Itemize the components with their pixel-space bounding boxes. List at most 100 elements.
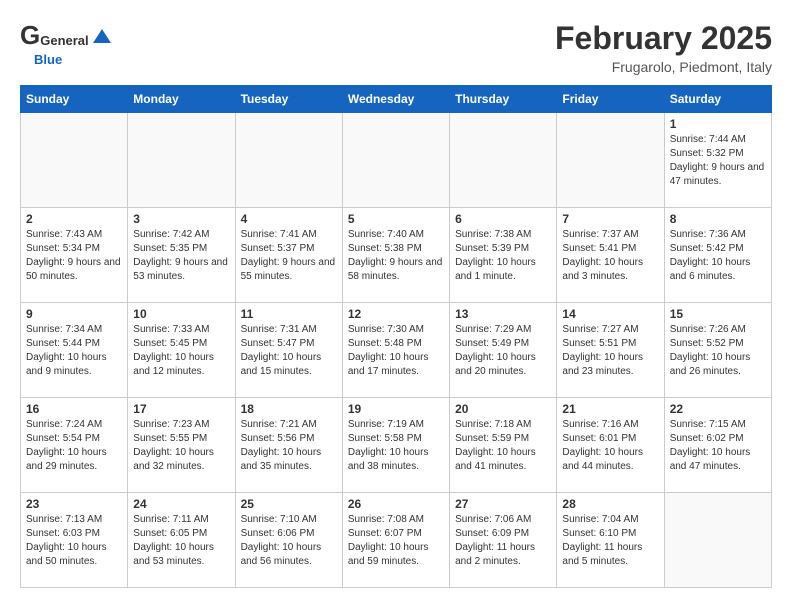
calendar-cell: 5 Sunrise: 7:40 AM Sunset: 5:38 PM Daylig…: [342, 208, 449, 303]
day-number: 14: [562, 307, 658, 321]
calendar-cell: 3 Sunrise: 7:42 AM Sunset: 5:35 PM Daylig…: [128, 208, 235, 303]
calendar-cell: [128, 113, 235, 208]
calendar-cell: 13 Sunrise: 7:29 AM Sunset: 5:49 PM Dayli…: [450, 303, 557, 398]
calendar-cell: 7Sunrise: 7:37 AM Sunset: 5:41 PM Daylig…: [557, 208, 664, 303]
day-info: Sunrise: 7:11 AM Sunset: 6:05 PM Dayligh…: [133, 513, 229, 569]
day-number: 11: [241, 307, 337, 321]
day-info: Sunrise: 7:38 AM Sunset: 5:39 PM Dayligh…: [455, 228, 551, 284]
calendar-cell: [664, 493, 771, 588]
day-number: 22: [670, 402, 766, 416]
day-info: Sunrise: 7:23 AM Sunset: 5:55 PM Dayligh…: [133, 418, 229, 474]
day-number: 10: [133, 307, 229, 321]
day-number: 26: [348, 497, 444, 511]
day-number: 24: [133, 497, 229, 511]
day-info: Sunrise: 7:18 AM Sunset: 5:59 PM Dayligh…: [455, 418, 551, 474]
day-info: Sunrise: 7:10 AM Sunset: 6:06 PM Dayligh…: [241, 513, 337, 569]
day-number: 27: [455, 497, 551, 511]
logo-triangle-icon: [91, 25, 113, 47]
day-info: Sunrise: 7:21 AM Sunset: 5:56 PM Dayligh…: [241, 418, 337, 474]
day-info: Sunrise: 7:13 AM Sunset: 6:03 PM Dayligh…: [26, 513, 122, 569]
weekday-header-thursday: Thursday: [450, 86, 557, 113]
day-info: Sunrise: 7:08 AM Sunset: 6:07 PM Dayligh…: [348, 513, 444, 569]
day-info: Sunrise: 7:16 AM Sunset: 6:01 PM Dayligh…: [562, 418, 658, 474]
weekday-header-row: SundayMondayTuesdayWednesdayThursdayFrid…: [21, 86, 772, 113]
calendar-cell: 8 Sunrise: 7:36 AM Sunset: 5:42 PM Daylig…: [664, 208, 771, 303]
calendar-cell: 17 Sunrise: 7:23 AM Sunset: 5:55 PM Dayli…: [128, 398, 235, 493]
day-number: 1: [670, 117, 766, 131]
day-info: Sunrise: 7:34 AM Sunset: 5:44 PM Dayligh…: [26, 323, 122, 379]
day-number: 5: [348, 212, 444, 226]
calendar-cell: 28 Sunrise: 7:04 AM Sunset: 6:10 PM Dayli…: [557, 493, 664, 588]
day-number: 13: [455, 307, 551, 321]
day-info: Sunrise: 7:15 AM Sunset: 6:02 PM Dayligh…: [670, 418, 766, 474]
day-info: Sunrise: 7:27 AM Sunset: 5:51 PM Dayligh…: [562, 323, 658, 379]
day-number: 2: [26, 212, 122, 226]
day-info: Sunrise: 7:42 AM Sunset: 5:35 PM Dayligh…: [133, 228, 229, 284]
week-row-1: 1Sunrise: 7:44 AM Sunset: 5:32 PM Daylig…: [21, 113, 772, 208]
calendar-cell: 25 Sunrise: 7:10 AM Sunset: 6:06 PM Dayli…: [235, 493, 342, 588]
day-number: 6: [455, 212, 551, 226]
calendar-cell: 22 Sunrise: 7:15 AM Sunset: 6:02 PM Dayli…: [664, 398, 771, 493]
day-number: 17: [133, 402, 229, 416]
calendar-cell: 27 Sunrise: 7:06 AM Sunset: 6:09 PM Dayli…: [450, 493, 557, 588]
logo-eneral: General: [40, 33, 88, 48]
calendar-cell: 6 Sunrise: 7:38 AM Sunset: 5:39 PM Daylig…: [450, 208, 557, 303]
calendar-cell: 1Sunrise: 7:44 AM Sunset: 5:32 PM Daylig…: [664, 113, 771, 208]
calendar-cell: 10Sunrise: 7:33 AM Sunset: 5:45 PM Dayli…: [128, 303, 235, 398]
day-number: 3: [133, 212, 229, 226]
week-row-2: 2 Sunrise: 7:43 AM Sunset: 5:34 PM Daylig…: [21, 208, 772, 303]
day-info: Sunrise: 7:40 AM Sunset: 5:38 PM Dayligh…: [348, 228, 444, 284]
calendar-cell: 19Sunrise: 7:19 AM Sunset: 5:58 PM Dayli…: [342, 398, 449, 493]
calendar-table: SundayMondayTuesdayWednesdayThursdayFrid…: [20, 85, 772, 588]
calendar-cell: [342, 113, 449, 208]
calendar-cell: 21Sunrise: 7:16 AM Sunset: 6:01 PM Dayli…: [557, 398, 664, 493]
calendar-cell: 20 Sunrise: 7:18 AM Sunset: 5:59 PM Dayli…: [450, 398, 557, 493]
calendar-cell: 23 Sunrise: 7:13 AM Sunset: 6:03 PM Dayli…: [21, 493, 128, 588]
calendar-cell: [21, 113, 128, 208]
day-info: Sunrise: 7:26 AM Sunset: 5:52 PM Dayligh…: [670, 323, 766, 379]
day-number: 8: [670, 212, 766, 226]
week-row-4: 16Sunrise: 7:24 AM Sunset: 5:54 PM Dayli…: [21, 398, 772, 493]
calendar-cell: 9 Sunrise: 7:34 AM Sunset: 5:44 PM Daylig…: [21, 303, 128, 398]
day-info: Sunrise: 7:29 AM Sunset: 5:49 PM Dayligh…: [455, 323, 551, 379]
day-info: Sunrise: 7:04 AM Sunset: 6:10 PM Dayligh…: [562, 513, 658, 569]
calendar-cell: [450, 113, 557, 208]
day-number: 12: [348, 307, 444, 321]
weekday-header-monday: Monday: [128, 86, 235, 113]
page-header: G General Blue February 2025 Frugarolo, …: [20, 20, 772, 75]
calendar-cell: 24 Sunrise: 7:11 AM Sunset: 6:05 PM Dayli…: [128, 493, 235, 588]
day-info: Sunrise: 7:36 AM Sunset: 5:42 PM Dayligh…: [670, 228, 766, 284]
week-row-5: 23 Sunrise: 7:13 AM Sunset: 6:03 PM Dayli…: [21, 493, 772, 588]
logo-g-letter: G: [20, 20, 40, 51]
calendar-cell: 16Sunrise: 7:24 AM Sunset: 5:54 PM Dayli…: [21, 398, 128, 493]
day-number: 7: [562, 212, 658, 226]
calendar-cell: 14 Sunrise: 7:27 AM Sunset: 5:51 PM Dayli…: [557, 303, 664, 398]
day-number: 18: [241, 402, 337, 416]
day-info: Sunrise: 7:43 AM Sunset: 5:34 PM Dayligh…: [26, 228, 122, 284]
weekday-header-saturday: Saturday: [664, 86, 771, 113]
day-number: 25: [241, 497, 337, 511]
day-number: 20: [455, 402, 551, 416]
day-number: 19: [348, 402, 444, 416]
day-number: 23: [26, 497, 122, 511]
day-number: 15: [670, 307, 766, 321]
calendar-cell: 18 Sunrise: 7:21 AM Sunset: 5:56 PM Dayli…: [235, 398, 342, 493]
weekday-header-sunday: Sunday: [21, 86, 128, 113]
day-info: Sunrise: 7:06 AM Sunset: 6:09 PM Dayligh…: [455, 513, 551, 569]
weekday-header-tuesday: Tuesday: [235, 86, 342, 113]
week-row-3: 9 Sunrise: 7:34 AM Sunset: 5:44 PM Daylig…: [21, 303, 772, 398]
calendar-cell: [557, 113, 664, 208]
weekday-header-friday: Friday: [557, 86, 664, 113]
month-title: February 2025: [555, 20, 772, 57]
logo-blue: Blue: [20, 52, 62, 67]
calendar-cell: [235, 113, 342, 208]
calendar-cell: 12Sunrise: 7:30 AM Sunset: 5:48 PM Dayli…: [342, 303, 449, 398]
logo: G General Blue: [20, 20, 113, 69]
day-info: Sunrise: 7:41 AM Sunset: 5:37 PM Dayligh…: [241, 228, 337, 284]
day-number: 28: [562, 497, 658, 511]
day-number: 9: [26, 307, 122, 321]
location-title: Frugarolo, Piedmont, Italy: [555, 59, 772, 75]
calendar-cell: 15 Sunrise: 7:26 AM Sunset: 5:52 PM Dayli…: [664, 303, 771, 398]
day-number: 4: [241, 212, 337, 226]
weekday-header-wednesday: Wednesday: [342, 86, 449, 113]
